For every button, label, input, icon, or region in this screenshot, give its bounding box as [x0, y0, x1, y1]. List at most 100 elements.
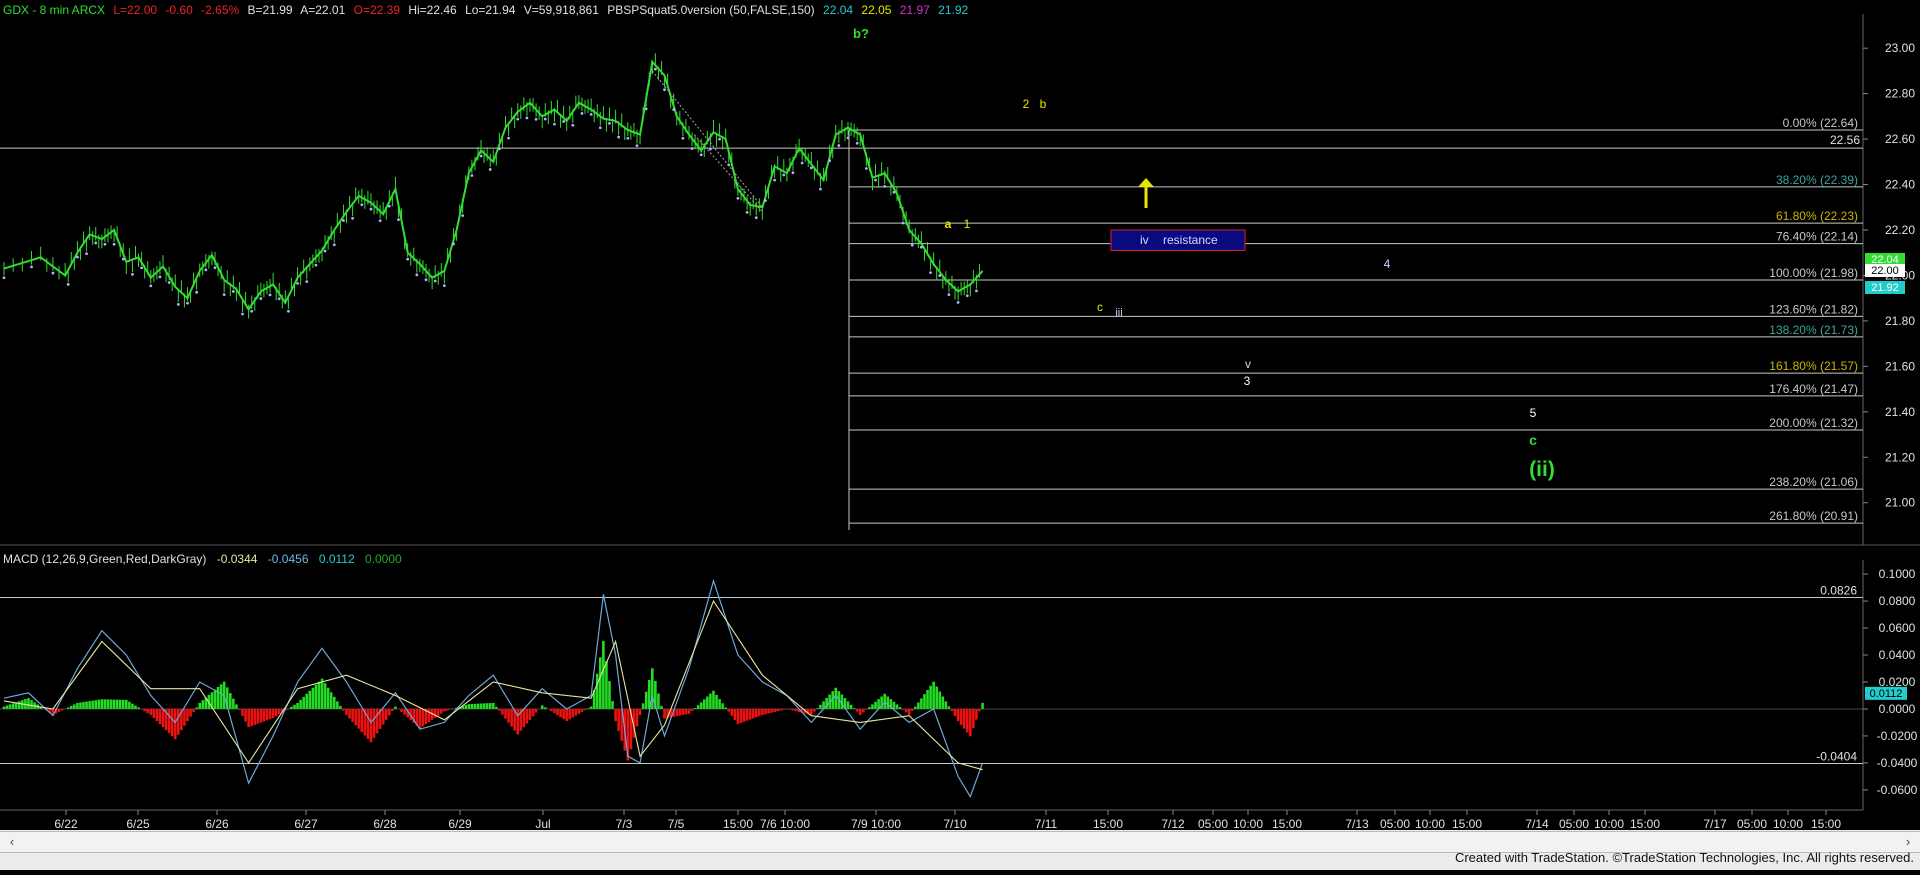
price-marker: [94, 241, 98, 245]
price-marker: [846, 136, 850, 140]
price-marker: [883, 184, 887, 188]
price-marker: [837, 144, 841, 147]
price-marker: [864, 167, 868, 170]
price-marker: [433, 279, 437, 283]
scroll-left-icon[interactable]: ‹: [4, 834, 20, 850]
time-axis-label: 6/28: [373, 817, 397, 831]
price-marker: [85, 252, 88, 256]
price-marker: [681, 136, 685, 140]
price-marker: [553, 122, 556, 126]
price-marker: [397, 218, 400, 222]
high-price: Hi=22.46: [408, 3, 457, 17]
macd-title: MACD (12,26,9,Green,Red,DarkGray): [3, 552, 207, 566]
study-name: PBSPSquat5.0version (50,FALSE,150): [607, 3, 815, 17]
fib-level-label: 76.40% (22.14): [1776, 230, 1858, 244]
wave-label: a: [945, 217, 952, 231]
price-marker: [75, 255, 79, 259]
time-axis-label: 05:00: [1380, 817, 1410, 831]
price-marker: [773, 178, 777, 182]
price-marker: [525, 116, 529, 120]
volume: V=59,918,861: [523, 3, 599, 17]
price-axis-label: 22.80: [1885, 87, 1915, 101]
price-marker: [268, 293, 272, 297]
price-marker: [562, 120, 566, 123]
price-marker: [406, 257, 410, 261]
pct-change: -2.65%: [201, 3, 240, 17]
price-marker: [608, 122, 611, 125]
price-marker: [718, 137, 721, 141]
up-arrow-icon: [1138, 178, 1154, 208]
macd-axis: 0.10000.08000.06000.04000.02000.0000-0.0…: [1863, 567, 1918, 797]
price-marker: [809, 166, 813, 170]
price-marker: [791, 171, 795, 175]
study-value-4: 21.92: [938, 3, 969, 17]
price-marker: [543, 117, 547, 121]
price-marker: [424, 278, 428, 282]
fib-level-label: 38.20% (22.39): [1776, 173, 1858, 187]
price-marker: [947, 293, 951, 297]
price-marker: [167, 281, 171, 284]
wave-label: b: [1040, 97, 1047, 111]
bid-price: B=21.99: [247, 3, 293, 17]
time-axis-label: 6/27: [294, 817, 318, 831]
fib-level-label: 200.00% (21.32): [1769, 416, 1858, 430]
time-axis-label: 7/6 10:00: [760, 817, 810, 831]
time-axis-label: 7/11: [1035, 817, 1058, 831]
time-axis-label: 6/25: [126, 817, 150, 831]
fib-level-label: 100.00% (21.98): [1769, 266, 1858, 280]
price-marker: [66, 282, 70, 286]
price-marker: [351, 216, 355, 220]
price-marker: [855, 141, 859, 145]
macd-axis-label: 0.0600: [1879, 621, 1916, 635]
study-value-1: 22.04: [823, 3, 854, 17]
price-marker: [828, 159, 832, 163]
price-marker: [892, 190, 896, 194]
time-axis: 6/22 6/25 6/26 6/27 6/28 6/29 Jul 7/3 7/5 15:00 7/…: [54, 810, 1841, 831]
macd-axis-label: 0.0000: [1879, 702, 1916, 716]
price-marker: [131, 272, 134, 276]
price-axis-label: 21.80: [1885, 314, 1915, 328]
price-marker: [589, 113, 593, 116]
macd-axis-label: 0.1000: [1879, 567, 1916, 581]
price-marker: [241, 312, 244, 316]
price-marker: [965, 294, 969, 298]
time-axis-label: 7/5: [668, 817, 685, 831]
resistance-wave-label: iv: [1140, 233, 1149, 247]
price-marker: [204, 268, 208, 272]
time-axis-label: 7/13: [1345, 817, 1369, 831]
macd-axis-label: -0.0400: [1877, 756, 1918, 770]
resistance-label: resistance: [1163, 233, 1218, 247]
price-marker: [369, 207, 373, 211]
time-axis-label: 10:00: [1415, 817, 1445, 831]
price-tag-label: 21.92: [1871, 282, 1899, 294]
price-marker: [901, 221, 905, 225]
price-marker: [360, 203, 364, 207]
price-marker: [452, 242, 455, 246]
price-marker: [121, 257, 125, 261]
price-axis-label: 21.00: [1885, 496, 1915, 510]
price-marker: [158, 275, 162, 279]
time-axis-label: 7/14: [1525, 817, 1549, 831]
scroll-right-icon[interactable]: ›: [1900, 834, 1916, 850]
wave-label: 2: [1023, 97, 1030, 111]
macd-value-4: 0.0000: [365, 552, 402, 566]
study-value-3: 21.97: [899, 3, 930, 17]
time-axis-label: Jul: [535, 817, 550, 831]
price-marker: [470, 174, 474, 177]
fib-level-label: 261.80% (20.91): [1769, 509, 1858, 523]
low-price: Lo=21.94: [465, 3, 516, 17]
price-pane: 23.00 22.80 22.60 22.40 22.20 22.00 21.80 21.60…: [0, 14, 1920, 546]
wave-label: b?: [853, 26, 869, 41]
price-chart: 23.00 22.80 22.60 22.40 22.20 22.00 21.80 21.60…: [0, 14, 1920, 831]
price-marker: [378, 219, 382, 223]
price-marker: [277, 297, 281, 301]
time-axis-label: 10:00: [1594, 817, 1624, 831]
price-marker: [764, 199, 767, 203]
wave-label: c: [1529, 432, 1537, 448]
macd-pane: 0.10000.08000.06000.04000.02000.0000-0.0…: [0, 560, 1918, 810]
price-axis-label: 22.60: [1885, 132, 1915, 146]
time-axis-label: 05:00: [1737, 817, 1767, 831]
open-price: O=22.39: [353, 3, 400, 17]
study-value-2: 22.05: [861, 3, 892, 17]
net-change: -0.60: [165, 3, 193, 17]
